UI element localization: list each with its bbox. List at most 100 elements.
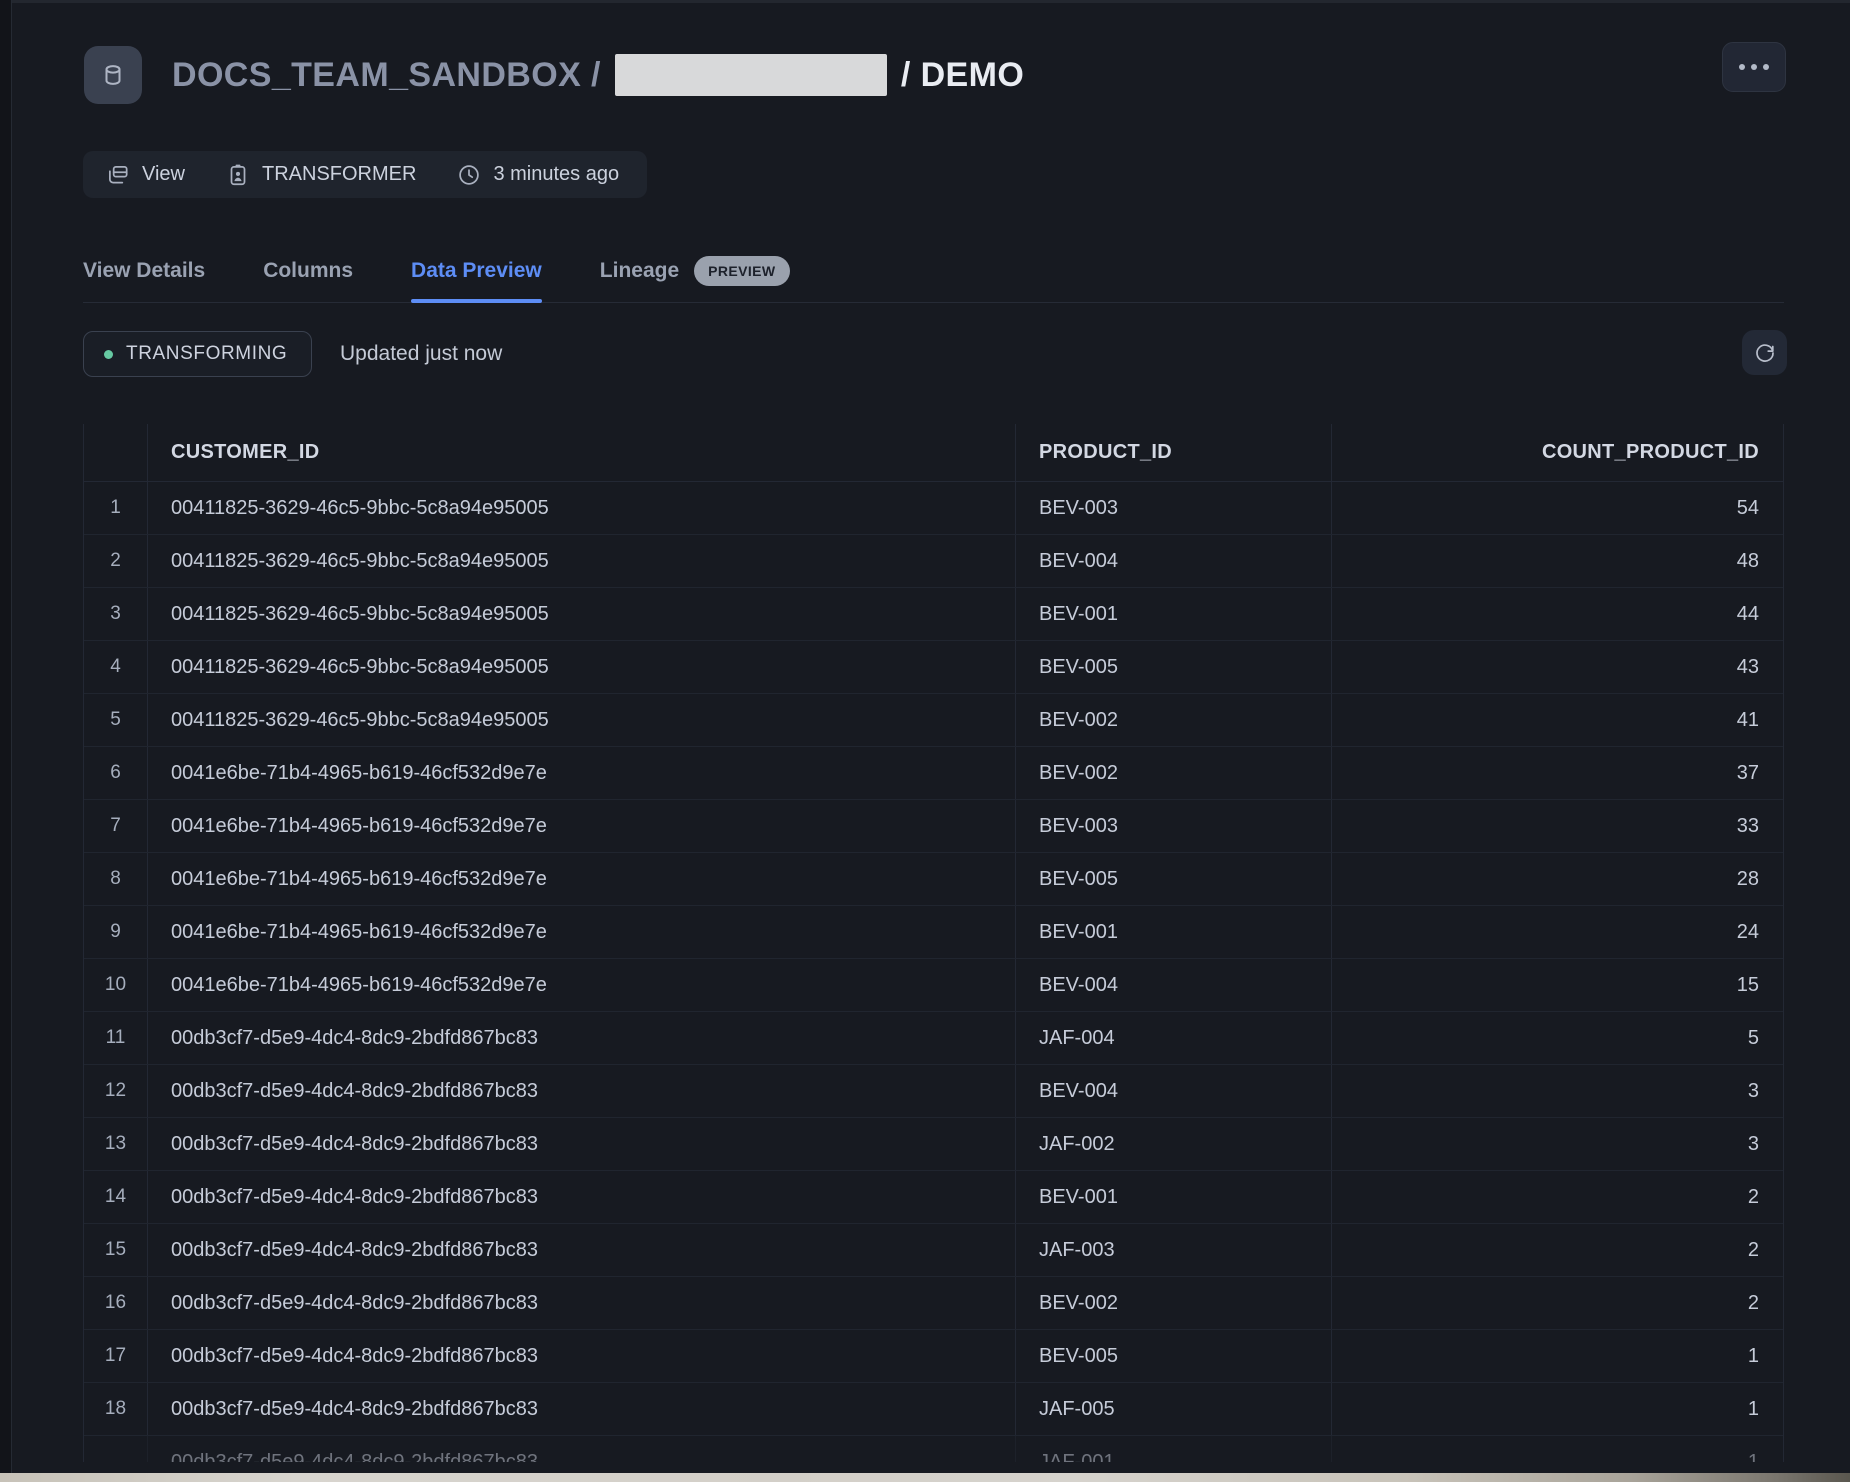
product-id-cell: JAF-002	[1016, 1118, 1332, 1170]
table-row: 18 00db3cf7-d5e9-4dc4-8dc9-2bdfd867bc83 …	[84, 1383, 1783, 1436]
count-cell: 15	[1332, 959, 1783, 1011]
tab-view-details[interactable]: View Details	[83, 240, 205, 302]
product-id-cell: BEV-005	[1016, 641, 1332, 693]
table-row: 13 00db3cf7-d5e9-4dc4-8dc9-2bdfd867bc83 …	[84, 1118, 1783, 1171]
customer-id-cell: 00411825-3629-46c5-9bbc-5c8a94e95005	[148, 482, 1016, 534]
row-number-cell: 11	[84, 1012, 148, 1064]
age-chip: 3 minutes ago	[456, 162, 619, 188]
customer-id-cell: 00db3cf7-d5e9-4dc4-8dc9-2bdfd867bc83	[148, 1224, 1016, 1276]
row-number-cell: 18	[84, 1383, 148, 1435]
database-object-icon-chip	[84, 46, 142, 104]
count-cell: 3	[1332, 1118, 1783, 1170]
age-label: 3 minutes ago	[493, 163, 619, 186]
count-cell: 2	[1332, 1171, 1783, 1223]
count-cell: 24	[1332, 906, 1783, 958]
table-body: 1 00411825-3629-46c5-9bbc-5c8a94e95005 B…	[84, 482, 1783, 1436]
count-cell: 37	[1332, 747, 1783, 799]
redacted-name-box	[615, 54, 887, 96]
ellipsis-dot	[1763, 64, 1769, 70]
customer-id-cell: 00db3cf7-d5e9-4dc4-8dc9-2bdfd867bc83	[148, 1277, 1016, 1329]
object-meta-bar: View TRANSFORMER 3 minutes ago	[83, 151, 647, 198]
product-id-cell: BEV-004	[1016, 1065, 1332, 1117]
customer-id-cell: 0041e6be-71b4-4965-b619-46cf532d9e7e	[148, 800, 1016, 852]
product-id-cell: BEV-002	[1016, 747, 1332, 799]
customer-id-cell: 00db3cf7-d5e9-4dc4-8dc9-2bdfd867bc83	[148, 1330, 1016, 1382]
column-header-count-product-id: COUNT_PRODUCT_ID	[1332, 424, 1783, 481]
table-row: 2 00411825-3629-46c5-9bbc-5c8a94e95005 B…	[84, 535, 1783, 588]
role-label: TRANSFORMER	[262, 163, 416, 186]
row-number-cell: 1	[84, 482, 148, 534]
database-icon	[98, 60, 128, 90]
tab-label: View Details	[83, 259, 205, 283]
tab-lineage[interactable]: Lineage PREVIEW	[600, 240, 790, 302]
customer-id-cell: 00411825-3629-46c5-9bbc-5c8a94e95005	[148, 588, 1016, 640]
customer-id-cell: 00db3cf7-d5e9-4dc4-8dc9-2bdfd867bc83	[148, 1171, 1016, 1223]
preview-feature-badge: PREVIEW	[694, 256, 789, 286]
table-row-partial: 00db3cf7-d5e9-4dc4-8dc9-2bdfd867bc83 JAF…	[84, 1436, 1783, 1462]
product-id-cell: BEV-001	[1016, 906, 1332, 958]
table-row: 16 00db3cf7-d5e9-4dc4-8dc9-2bdfd867bc83 …	[84, 1277, 1783, 1330]
row-number-cell: 5	[84, 694, 148, 746]
count-cell: 44	[1332, 588, 1783, 640]
customer-id-cell: 00db3cf7-d5e9-4dc4-8dc9-2bdfd867bc83	[148, 1065, 1016, 1117]
window-left-edge	[0, 0, 12, 1482]
object-type-chip: View	[105, 162, 185, 188]
ellipsis-dot	[1751, 64, 1757, 70]
table-row: 3 00411825-3629-46c5-9bbc-5c8a94e95005 B…	[84, 588, 1783, 641]
row-number-cell: 16	[84, 1277, 148, 1329]
count-cell: 1	[1332, 1383, 1783, 1435]
table-row: 12 00db3cf7-d5e9-4dc4-8dc9-2bdfd867bc83 …	[84, 1065, 1783, 1118]
tab-label: Data Preview	[411, 259, 542, 283]
role-chip: TRANSFORMER	[225, 162, 416, 188]
product-id-cell: BEV-004	[1016, 535, 1332, 587]
tab-data-preview[interactable]: Data Preview	[411, 240, 542, 302]
table-row: 6 0041e6be-71b4-4965-b619-46cf532d9e7e B…	[84, 747, 1783, 800]
table-row: 9 0041e6be-71b4-4965-b619-46cf532d9e7e B…	[84, 906, 1783, 959]
ellipsis-dot	[1739, 64, 1745, 70]
customer-id-cell: 00db3cf7-d5e9-4dc4-8dc9-2bdfd867bc83	[148, 1436, 1016, 1462]
more-options-button[interactable]	[1722, 42, 1786, 92]
tab-columns[interactable]: Columns	[263, 240, 353, 302]
partial-row-clip: 00db3cf7-d5e9-4dc4-8dc9-2bdfd867bc83 JAF…	[84, 1436, 1783, 1462]
data-preview-page: DOCS_TEAM_SANDBOX / / DEMO View	[0, 0, 1850, 1482]
product-id-cell: BEV-003	[1016, 800, 1332, 852]
refresh-button[interactable]	[1742, 330, 1787, 375]
refresh-icon	[1753, 341, 1777, 365]
customer-id-cell: 0041e6be-71b4-4965-b619-46cf532d9e7e	[148, 747, 1016, 799]
table-row: 7 0041e6be-71b4-4965-b619-46cf532d9e7e B…	[84, 800, 1783, 853]
count-cell: 1	[1332, 1436, 1783, 1462]
row-number-cell: 17	[84, 1330, 148, 1382]
product-id-cell: JAF-003	[1016, 1224, 1332, 1276]
customer-id-cell: 00db3cf7-d5e9-4dc4-8dc9-2bdfd867bc83	[148, 1383, 1016, 1435]
customer-id-cell: 00411825-3629-46c5-9bbc-5c8a94e95005	[148, 535, 1016, 587]
product-id-cell: BEV-001	[1016, 588, 1332, 640]
product-id-cell: JAF-005	[1016, 1383, 1332, 1435]
title-schema-path: DOCS_TEAM_SANDBOX /	[172, 56, 601, 95]
table-row: 4 00411825-3629-46c5-9bbc-5c8a94e95005 B…	[84, 641, 1783, 694]
table-row: 10 0041e6be-71b4-4965-b619-46cf532d9e7e …	[84, 959, 1783, 1012]
count-cell: 43	[1332, 641, 1783, 693]
count-cell: 5	[1332, 1012, 1783, 1064]
row-number-cell: 6	[84, 747, 148, 799]
updated-timestamp: Updated just now	[340, 331, 502, 377]
count-cell: 2	[1332, 1224, 1783, 1276]
table-row: 17 00db3cf7-d5e9-4dc4-8dc9-2bdfd867bc83 …	[84, 1330, 1783, 1383]
status-dot-icon	[104, 350, 113, 359]
transforming-status-badge: TRANSFORMING	[83, 331, 312, 377]
column-header-product-id: PRODUCT_ID	[1016, 424, 1332, 481]
window-top-edge	[0, 0, 1850, 3]
customer-id-cell: 00411825-3629-46c5-9bbc-5c8a94e95005	[148, 641, 1016, 693]
count-cell: 1	[1332, 1330, 1783, 1382]
tab-bar: View Details Columns Data Preview Lineag…	[83, 240, 1784, 303]
count-cell: 2	[1332, 1277, 1783, 1329]
clock-icon	[456, 162, 482, 188]
bottom-window-strip	[0, 1473, 1850, 1482]
row-number-cell: 4	[84, 641, 148, 693]
table-row: 1 00411825-3629-46c5-9bbc-5c8a94e95005 B…	[84, 482, 1783, 535]
row-number-cell: 3	[84, 588, 148, 640]
table-row: 8 0041e6be-71b4-4965-b619-46cf532d9e7e B…	[84, 853, 1783, 906]
customer-id-cell: 0041e6be-71b4-4965-b619-46cf532d9e7e	[148, 906, 1016, 958]
customer-id-cell: 00db3cf7-d5e9-4dc4-8dc9-2bdfd867bc83	[148, 1012, 1016, 1064]
title-object-name: / DEMO	[901, 56, 1024, 95]
row-number-cell	[84, 1436, 148, 1462]
